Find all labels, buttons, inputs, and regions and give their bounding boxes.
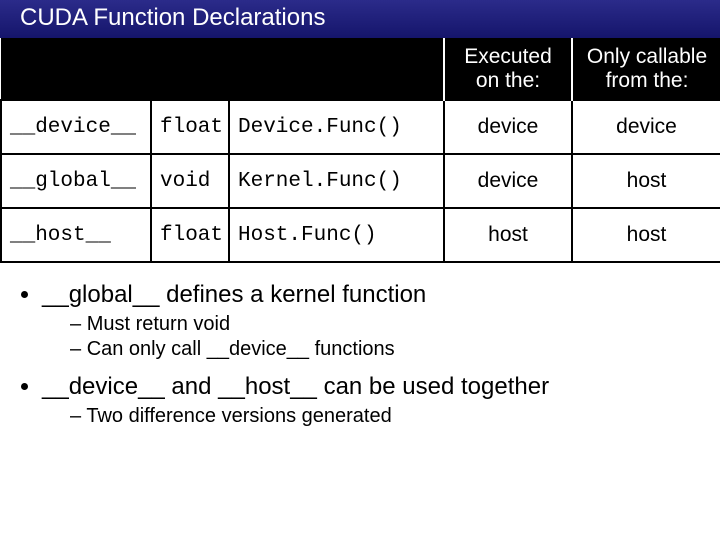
declaration-table: Executed on the: Only callable from the:… xyxy=(0,38,720,263)
bullet-device-host: __device__ and __host__ can be used toge… xyxy=(42,373,704,428)
cell-qualifier: __device__ xyxy=(1,100,151,154)
cell-func: Host.Func() xyxy=(229,208,444,262)
table-row: __global__ void Kernel.Func() device hos… xyxy=(1,154,720,208)
bullet-section: __global__ defines a kernel function Mus… xyxy=(0,263,720,428)
cell-type: float xyxy=(151,208,229,262)
cell-func: Kernel.Func() xyxy=(229,154,444,208)
sub-bullet: Can only call __device__ functions xyxy=(70,338,704,361)
header-blank xyxy=(1,38,444,100)
cell-type: void xyxy=(151,154,229,208)
bullet-global: __global__ defines a kernel function Mus… xyxy=(42,281,704,361)
table-header-row: Executed on the: Only callable from the: xyxy=(1,38,720,100)
cell-qualifier: __host__ xyxy=(1,208,151,262)
cell-qualifier: __global__ xyxy=(1,154,151,208)
table-row: __device__ float Device.Func() device de… xyxy=(1,100,720,154)
sub-bullet: Two difference versions generated xyxy=(70,405,704,428)
bullet-text: __device__ and __host__ can be used toge… xyxy=(42,373,549,400)
cell-call: device xyxy=(572,100,720,154)
slide-title: CUDA Function Declarations xyxy=(0,0,720,38)
cell-func: Device.Func() xyxy=(229,100,444,154)
cell-call: host xyxy=(572,154,720,208)
bullet-text: __global__ defines a kernel function xyxy=(42,281,426,308)
header-executed: Executed on the: xyxy=(444,38,572,100)
header-callable: Only callable from the: xyxy=(572,38,720,100)
cell-call: host xyxy=(572,208,720,262)
cell-exec: host xyxy=(444,208,572,262)
cell-exec: device xyxy=(444,100,572,154)
table-row: __host__ float Host.Func() host host xyxy=(1,208,720,262)
cell-type: float xyxy=(151,100,229,154)
cell-exec: device xyxy=(444,154,572,208)
sub-bullet: Must return void xyxy=(70,313,704,336)
